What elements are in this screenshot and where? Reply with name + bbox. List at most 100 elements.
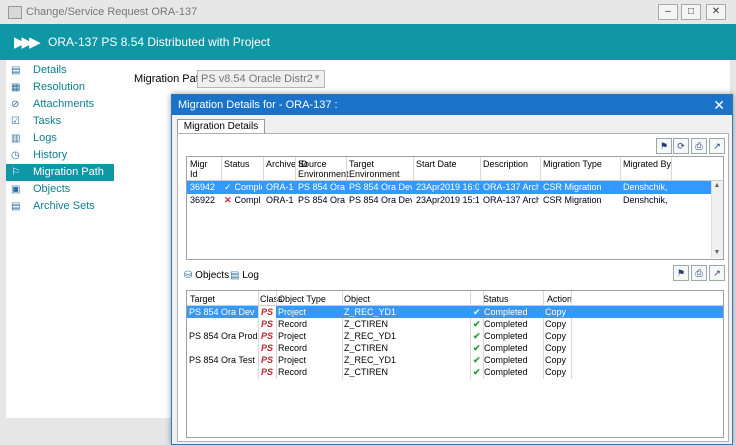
column-divider	[263, 157, 264, 180]
completed-check-icon: ✔	[473, 319, 481, 329]
lower-header-2[interactable]: Object Type	[278, 294, 326, 304]
dialog-close-button[interactable]: ✕	[713, 97, 725, 114]
sidebar-item-label: Attachments	[33, 98, 95, 110]
refresh-icon[interactable]: ⟳	[673, 138, 689, 154]
migration-path-value: PS v8.54 Oracle Distr2	[201, 73, 313, 85]
export-icon[interactable]: ↗	[709, 138, 725, 154]
print-icon[interactable]: ⎙	[691, 138, 707, 154]
cell-object-type: Project	[278, 355, 307, 365]
migration-path-label: Migration Path	[134, 73, 205, 85]
scroll-down-icon[interactable]: ▼	[712, 248, 722, 258]
maximize-button[interactable]: □	[681, 4, 701, 20]
upper-header-3[interactable]: Source Environment	[298, 159, 349, 179]
cell-action: Copy	[545, 343, 567, 353]
tasks-icon: ☑	[11, 116, 20, 127]
upper-header-8[interactable]: Migrated By	[623, 159, 671, 169]
window-title: Change/Service Request ORA-137	[26, 6, 198, 18]
lower-header-3[interactable]: Object	[344, 294, 370, 304]
paperclip-icon: ⊘	[11, 99, 20, 110]
upper-header-5[interactable]: Start Date	[416, 159, 457, 169]
peoplesoft-class-icon: PS	[261, 355, 274, 365]
sidebar-item-history[interactable]: ◷ History	[6, 147, 114, 164]
cell-action: Copy	[545, 331, 567, 341]
peoplesoft-class-icon: PS	[261, 367, 274, 377]
sidebar-item-tasks[interactable]: ☑ Tasks	[6, 113, 114, 130]
archive-sets-icon: ▤	[11, 201, 21, 212]
cell-status: Completed	[484, 343, 528, 353]
cell-status: Completed	[484, 319, 528, 329]
object-row[interactable]: PS 854 Ora Dev PS Project Z_REC_YD1 ✔ Complet…	[187, 306, 723, 318]
migration-row[interactable]: 36922 ✕Compl with Error ORA-137 #2 PS 854 O…	[187, 194, 711, 207]
upper-header-0[interactable]: Migr Id	[190, 159, 208, 179]
upper-scrollbar[interactable]: ▲ ▼	[711, 181, 723, 258]
error-x-icon: ✕	[224, 195, 232, 205]
cell-object-type: Project	[278, 307, 307, 317]
cell-action: Copy	[545, 367, 567, 377]
chevron-down-icon: ▼	[313, 73, 321, 82]
cell-object-type: Record	[278, 367, 308, 377]
cell-status: Completed	[484, 307, 528, 317]
status-text: Compl with Error	[234, 195, 262, 205]
tab-log[interactable]: ▤ Log	[230, 270, 259, 281]
sidebar-item-logs[interactable]: ▥ Logs	[6, 130, 114, 147]
peoplesoft-class-icon: PS	[261, 307, 274, 317]
sidebar: ▤ Details ▦ Resolution ⊘ Attachments ☑ Tasks ▥ Lo…	[6, 60, 115, 418]
upper-header-7[interactable]: Migration Type	[543, 159, 602, 169]
peoplesoft-class-icon: PS	[261, 319, 274, 329]
scroll-up-icon[interactable]: ▲	[712, 181, 722, 191]
cell-action: Copy	[545, 319, 567, 329]
cell-start: 23Apr2019 15:18	[416, 195, 479, 205]
column-divider	[413, 157, 414, 180]
sidebar-item-archive-sets[interactable]: ▤ Archive Sets	[6, 198, 114, 215]
sidebar-item-migration-path[interactable]: ⚐ Migration Path	[6, 164, 114, 181]
sidebar-item-label: Tasks	[33, 115, 62, 127]
object-row[interactable]: PS Record Z_CTIREN ✔ Completed Copy	[187, 366, 723, 378]
close-button[interactable]: ✕	[706, 4, 726, 20]
resolution-icon: ▦	[11, 82, 21, 93]
completed-check-icon: ✔	[473, 343, 481, 353]
cell-by: Denshchik, Yuri	[623, 182, 670, 192]
object-row[interactable]: PS 854 Ora Test PS Project Z_REC_YD1 ✔ Comple…	[187, 354, 723, 366]
app-icon	[8, 6, 22, 19]
print-icon-lower[interactable]: ⎙	[691, 265, 707, 281]
cell-object: Z_REC_YD1	[344, 331, 397, 341]
export-icon-lower[interactable]: ↗	[709, 265, 725, 281]
tab-migration-details[interactable]: Migration Details	[177, 119, 265, 134]
sidebar-item-attachments[interactable]: ⊘ Attachments	[6, 96, 114, 113]
cell-object-type: Project	[278, 331, 307, 341]
cell-object: Z_CTIREN	[344, 319, 389, 329]
sidebar-item-label: Resolution	[33, 81, 85, 93]
migration-path-icon: ⚐	[11, 167, 20, 178]
tab-objects[interactable]: ⛁ Objects	[184, 270, 229, 281]
migration-row[interactable]: 36942 ✓Completed ORA-137 #2 PS 854 Ora Prod…	[187, 181, 711, 194]
lower-header-4[interactable]: Status	[483, 294, 509, 304]
flag-icon[interactable]: ⚑	[656, 138, 672, 154]
migration-path-select[interactable]: PS v8.54 Oracle Distr2 ▼	[197, 70, 325, 88]
lower-header-5[interactable]: Action	[547, 294, 572, 304]
lower-header-0[interactable]: Target	[190, 294, 215, 304]
cell-source: PS 854 Ora Prod	[298, 182, 345, 192]
objects-tab-icon: ⛁	[184, 270, 193, 281]
header-banner: ▶▶▶ ORA-137 PS 8.54 Distributed with Pro…	[0, 24, 736, 60]
upper-header-1[interactable]: Status	[224, 159, 250, 169]
flag-icon-lower[interactable]: ⚑	[673, 265, 689, 281]
column-divider	[671, 157, 672, 180]
object-row[interactable]: PS Record Z_CTIREN ✔ Completed Copy	[187, 318, 723, 330]
completed-check-icon: ✔	[473, 367, 481, 377]
dialog-title-bar: Migration Details for - ORA-137 : ✕	[172, 95, 732, 115]
details-icon: ▤	[11, 65, 21, 76]
cell-type: CSR Migration	[543, 182, 602, 192]
cell-id: 36922	[190, 195, 216, 205]
upper-header-4[interactable]: Target Environment	[349, 159, 400, 179]
sidebar-item-details[interactable]: ▤ Details	[6, 62, 114, 79]
column-divider	[620, 157, 621, 180]
object-row[interactable]: PS 854 Ora Prod Clone PS Project Z_REC_YD1 ✔…	[187, 330, 723, 342]
cell-status: Completed	[484, 331, 528, 341]
upper-header-6[interactable]: Description	[483, 159, 528, 169]
minimize-button[interactable]: –	[658, 4, 678, 20]
object-row[interactable]: PS Record Z_CTIREN ✔ Completed Copy	[187, 342, 723, 354]
sidebar-item-resolution[interactable]: ▦ Resolution	[6, 79, 114, 96]
sidebar-item-objects[interactable]: ▣ Objects	[6, 181, 114, 198]
sidebar-item-label: Details	[33, 64, 67, 76]
clock-icon: ◷	[11, 150, 20, 161]
